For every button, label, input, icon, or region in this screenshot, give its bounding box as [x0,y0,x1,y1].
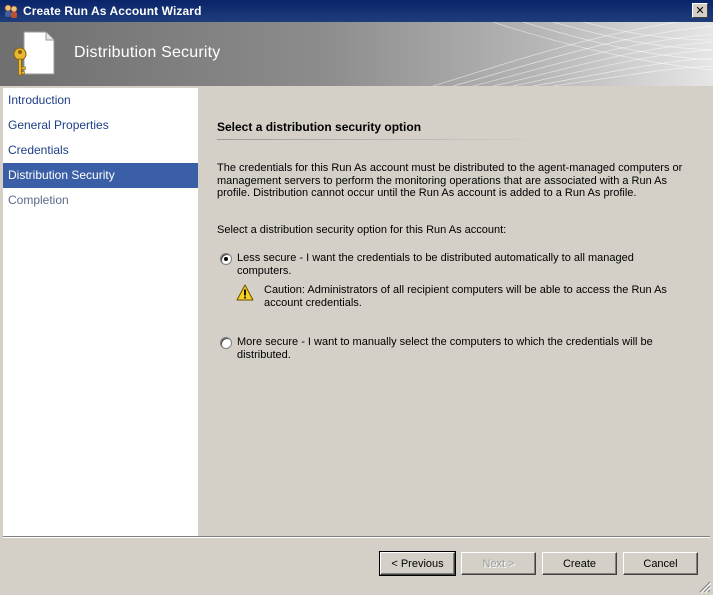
less-secure-radio[interactable] [220,253,232,265]
main-panel: Select a distribution security option Th… [198,88,710,536]
create-button[interactable]: Create [542,552,617,575]
nav-item-general-properties[interactable]: General Properties [3,113,198,138]
cancel-button[interactable]: Cancel [623,552,698,575]
section-divider [217,139,552,140]
option-more-secure[interactable]: More secure - I want to manually select … [220,336,667,361]
close-icon: ✕ [695,4,705,17]
more-secure-label[interactable]: More secure - I want to manually select … [237,336,667,361]
wizard-step-nav: Introduction General Properties Credenti… [3,88,198,536]
footer-divider [3,536,710,538]
nav-item-credentials[interactable]: Credentials [3,138,198,163]
header-banner: Distribution Security [0,22,713,86]
close-button[interactable]: ✕ [692,3,708,18]
warning-icon [236,284,254,301]
banner-swirl-decoration [433,22,713,86]
title-bar[interactable]: Create Run As Account Wizard ✕ [0,0,713,22]
more-secure-radio[interactable] [220,337,232,349]
less-secure-label[interactable]: Less secure - I want the credentials to … [237,252,667,277]
caution-message: Caution: Administrators of all recipient… [236,284,684,309]
wizard-app-icon [3,3,19,19]
page-title: Distribution Security [74,44,221,61]
document-key-icon [13,31,55,76]
option-prompt: Select a distribution security option fo… [217,224,507,236]
description-text: The credentials for this Run As account … [217,162,683,199]
previous-button[interactable]: < Previous [379,551,456,576]
nav-item-completion[interactable]: Completion [3,188,198,213]
nav-item-distribution-security[interactable]: Distribution Security [3,163,198,188]
caution-text: Caution: Administrators of all recipient… [264,284,667,309]
option-less-secure[interactable]: Less secure - I want the credentials to … [220,252,667,277]
resize-grip-icon[interactable] [699,581,711,593]
next-button[interactable]: Next > [461,552,536,575]
window-title: Create Run As Account Wizard [23,4,202,18]
section-title: Select a distribution security option [217,120,422,134]
nav-item-introduction[interactable]: Introduction [3,88,198,113]
